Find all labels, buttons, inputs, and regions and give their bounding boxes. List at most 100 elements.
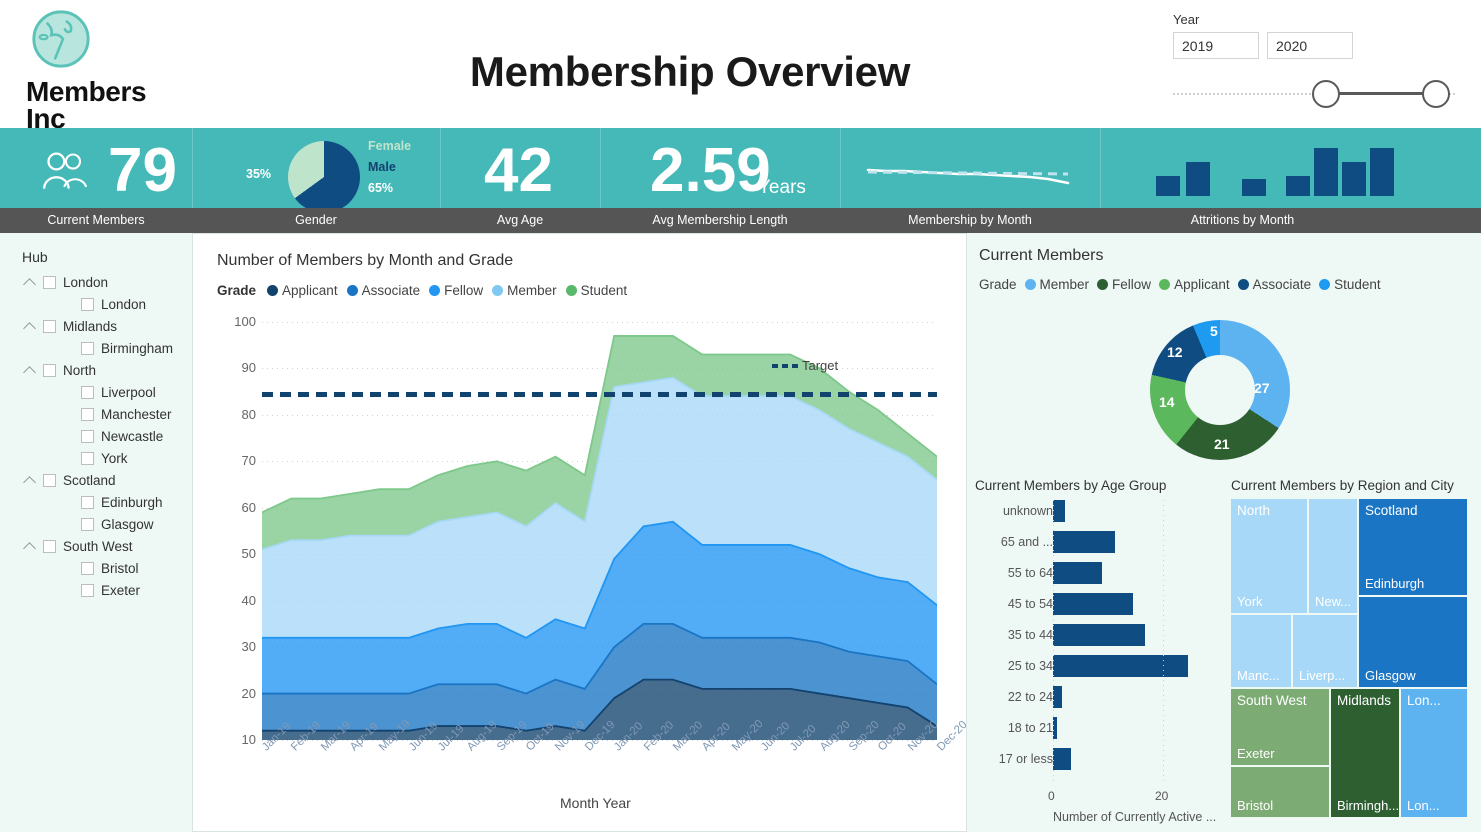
legend-item-fellow[interactable]: Fellow — [429, 283, 483, 298]
age-group-label: 18 to 21 — [1007, 721, 1053, 735]
age-group-row[interactable]: 25 to 34 — [969, 655, 1225, 677]
hub-slicer-sidebar[interactable]: Hub London London Midlands Birmingham North L… — [0, 233, 192, 832]
age-group-bar[interactable] — [1053, 624, 1146, 646]
age-group-row[interactable]: 17 or less — [969, 748, 1225, 770]
hub-tree-item-north[interactable]: North — [0, 359, 192, 381]
legend-item-associate[interactable]: Associate — [346, 283, 420, 298]
legend-item-fellow[interactable]: Fellow — [1097, 277, 1151, 292]
year-slicer[interactable]: Year 2019 2020 — [1173, 12, 1463, 112]
checkbox[interactable] — [81, 341, 94, 355]
checkbox[interactable] — [81, 517, 94, 531]
treemap-tile-manchester[interactable]: Manc... — [1230, 614, 1292, 688]
checkbox[interactable] — [43, 319, 56, 333]
checkbox[interactable] — [81, 583, 94, 597]
hub-tree-item-glasgow[interactable]: Glasgow — [0, 513, 192, 535]
legend-item-applicant[interactable]: Applicant — [1159, 277, 1230, 292]
age-group-row[interactable]: 35 to 44 — [969, 624, 1225, 646]
slider-handle-left[interactable] — [1312, 80, 1340, 108]
age-group-bar[interactable] — [1053, 593, 1133, 615]
page-title: Membership Overview — [469, 48, 911, 95]
checkbox[interactable] — [81, 407, 94, 421]
legend-item-student[interactable]: Student — [1319, 277, 1381, 292]
treemap-city-exeter: Exeter — [1237, 746, 1275, 761]
age-group-row[interactable]: 22 to 24 — [969, 686, 1225, 708]
age-group-bar[interactable] — [1053, 655, 1189, 677]
hub-tree-item-london[interactable]: London — [0, 293, 192, 315]
checkbox[interactable] — [81, 429, 94, 443]
dashboard-page: Members Inc Membership Overview Year 201… — [0, 0, 1481, 832]
hub-tree-item-manchester[interactable]: Manchester — [0, 403, 192, 425]
donut-value-applicant: 14 — [1159, 394, 1175, 410]
hub-tree-item-south-west[interactable]: South West — [0, 535, 192, 557]
treemap-tile-midlands-birmingham[interactable]: Midlands Birmingh... — [1330, 688, 1400, 818]
age-group-row[interactable]: 65 and ... — [969, 531, 1225, 553]
age-group-row[interactable]: 45 to 54 — [969, 593, 1225, 615]
treemap-tile-southwest-exeter[interactable]: South West Exeter — [1230, 688, 1330, 766]
chevron-up-icon[interactable] — [22, 274, 38, 290]
hub-tree-item-york[interactable]: York — [0, 447, 192, 469]
slider-handle-right[interactable] — [1422, 80, 1450, 108]
grade-donut-chart[interactable]: 27 21 14 12 5 — [1150, 320, 1290, 460]
treemap-tile-glasgow[interactable]: Glasgow — [1358, 596, 1468, 688]
year-to-input[interactable]: 2020 — [1267, 32, 1353, 59]
legend-item-student[interactable]: Student — [565, 283, 627, 298]
treemap-tile-north-york[interactable]: North York — [1230, 498, 1308, 614]
hub-tree-item-midlands[interactable]: Midlands — [0, 315, 192, 337]
hub-tree-item-scotland[interactable]: Scotland — [0, 469, 192, 491]
age-group-bar[interactable] — [1053, 531, 1115, 553]
checkbox[interactable] — [81, 495, 94, 509]
hub-tree-item-label: North — [63, 362, 97, 378]
treemap-tile-bristol[interactable]: Bristol — [1230, 766, 1330, 818]
year-from-input[interactable]: 2019 — [1173, 32, 1259, 59]
kpi-caption-avg-age: Avg Age — [496, 213, 544, 227]
treemap-region-north: North — [1237, 503, 1271, 518]
year-range-slider[interactable] — [1173, 78, 1457, 110]
legend-swatch-member — [1024, 279, 1036, 290]
donut-value-associate: 12 — [1167, 344, 1183, 360]
legend-item-associate[interactable]: Associate — [1237, 277, 1311, 292]
age-group-bar[interactable] — [1053, 686, 1063, 708]
chevron-up-icon[interactable] — [22, 538, 38, 554]
age-group-label: 45 to 54 — [1007, 597, 1053, 611]
checkbox[interactable] — [81, 385, 94, 399]
legend-item-applicant[interactable]: Applicant — [267, 283, 338, 298]
age-group-row[interactable]: unknown — [969, 500, 1225, 522]
age-group-row[interactable]: 18 to 21 — [969, 717, 1225, 739]
chevron-up-icon[interactable] — [22, 362, 38, 378]
age-group-bar[interactable] — [1053, 748, 1072, 770]
checkbox[interactable] — [81, 561, 94, 575]
checkbox[interactable] — [43, 363, 56, 377]
hub-tree-item-bristol[interactable]: Bristol — [0, 557, 192, 579]
checkbox[interactable] — [43, 275, 56, 289]
checkbox[interactable] — [81, 297, 94, 311]
chevron-up-icon[interactable] — [22, 318, 38, 334]
legend-item-member[interactable]: Member — [492, 283, 557, 298]
attrition-bar — [1186, 162, 1210, 196]
region-city-treemap[interactable]: North York New... Manc... Liverp... Scot… — [1230, 498, 1468, 818]
checkbox[interactable] — [43, 539, 56, 553]
chevron-up-icon[interactable] — [22, 472, 38, 488]
hub-tree-item-edinburgh[interactable]: Edinburgh — [0, 491, 192, 513]
hub-tree-item-newcastle[interactable]: Newcastle — [0, 425, 192, 447]
treemap-tile-newcastle[interactable]: New... — [1308, 498, 1358, 614]
target-label: Target — [802, 357, 839, 373]
checkbox[interactable] — [81, 451, 94, 465]
hub-tree-item-label: Glasgow — [101, 516, 154, 532]
treemap-tile-scotland-edinburgh[interactable]: Scotland Edinburgh — [1358, 498, 1468, 596]
donut-value-member: 27 — [1254, 380, 1270, 396]
age-group-label: 55 to 64 — [1007, 566, 1053, 580]
hub-tree-item-label: York — [101, 450, 128, 466]
age-group-bar[interactable] — [1053, 500, 1066, 522]
hub-tree-item-london[interactable]: London — [0, 271, 192, 293]
hub-tree-item-birmingham[interactable]: Birmingham — [0, 337, 192, 359]
age-group-row[interactable]: 55 to 64 — [969, 562, 1225, 584]
x-axis-title: Month Year — [560, 795, 631, 811]
gender-female-pct: 35% — [246, 167, 272, 181]
age-group-bar[interactable] — [1053, 562, 1103, 584]
checkbox[interactable] — [43, 473, 56, 487]
treemap-tile-london[interactable]: Lon... Lon... — [1400, 688, 1468, 818]
treemap-tile-liverpool[interactable]: Liverp... — [1292, 614, 1358, 688]
hub-tree-item-liverpool[interactable]: Liverpool — [0, 381, 192, 403]
legend-item-member[interactable]: Member — [1024, 277, 1089, 292]
hub-tree-item-exeter[interactable]: Exeter — [0, 579, 192, 601]
